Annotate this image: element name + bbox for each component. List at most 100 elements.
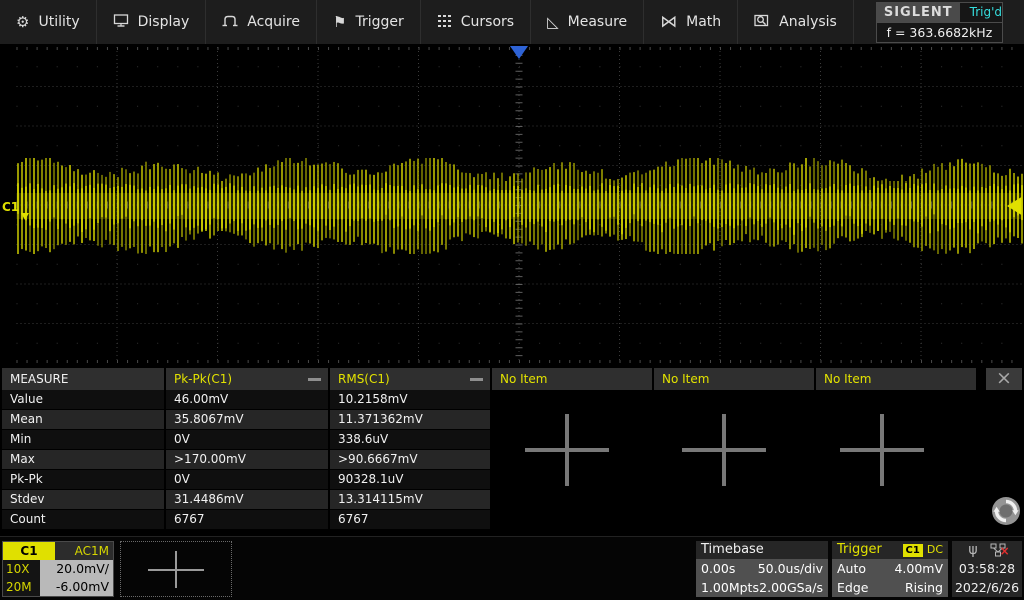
trigger-position-marker[interactable] (510, 46, 528, 59)
timebase-sample-rate: 2.00GSa/s (759, 578, 823, 597)
rms-value: 338.6uV (330, 430, 490, 449)
brand-trigger-status-block: SIGLENT Trig'd f = 363.6682kHz (876, 2, 1003, 43)
menu-analysis[interactable]: Analysis (738, 0, 854, 44)
trigger-type: Edge (837, 578, 868, 597)
top-menu-bar: ⚙ Utility Display Acquire ⚑ Trigger (0, 0, 1024, 44)
menu-display[interactable]: Display (97, 0, 207, 44)
close-icon[interactable]: × (986, 368, 1022, 390)
remove-measure-icon[interactable] (470, 378, 483, 381)
rms-value: 90328.1uV (330, 470, 490, 489)
clock-date: 2022/6/26 (952, 578, 1022, 597)
measure-col-empty1-header[interactable]: No Item (492, 368, 652, 390)
row-label: Mean (2, 410, 164, 429)
row-label: Max (2, 450, 164, 469)
trigger-title: Trigger (837, 541, 882, 559)
menu-utility[interactable]: ⚙ Utility (0, 0, 97, 44)
usb-icon: ψ (968, 543, 977, 557)
gesture-rotate-icon[interactable] (990, 495, 1022, 527)
channel1-badge: C1 (3, 542, 55, 560)
add-measure-icon[interactable] (682, 414, 766, 486)
menu-math-label: Math (686, 14, 721, 30)
flag-icon: ⚑ (333, 15, 346, 30)
measure-col-empty2-header[interactable]: No Item (654, 368, 814, 390)
waveform-display[interactable]: C1 (0, 44, 1024, 366)
frequency-counter: f = 363.6682kHz (877, 22, 1002, 42)
channel1-attenuation: 10X (3, 560, 40, 578)
monitor-icon (113, 13, 129, 31)
menu-acquire[interactable]: Acquire (206, 0, 317, 44)
channel1-scale: 20.0mV/ (40, 560, 113, 578)
remove-measure-icon[interactable] (308, 378, 321, 381)
rms-value: 6767 (330, 510, 490, 529)
channel1-offset: -6.00mV (40, 578, 113, 596)
measure-title-text: MEASURE (10, 372, 68, 386)
cursors-grid-icon (437, 13, 452, 31)
trigger-level: 4.00mV (894, 559, 943, 578)
pkpk-value: 6767 (166, 510, 328, 529)
channel1-position-marker[interactable]: C1 (2, 200, 19, 214)
oscilloscope-screen: ⚙ Utility Display Acquire ⚑ Trigger (0, 0, 1024, 600)
menu-math[interactable]: ⋈ Math (644, 0, 738, 44)
analysis-magnifier-icon (754, 13, 770, 31)
measure-col-rms-header[interactable]: RMS(C1) (330, 368, 490, 390)
menu-measure-label: Measure (568, 14, 628, 30)
clock-time: 03:58:28 (952, 559, 1022, 578)
menu-measure[interactable]: ◺ Measure (531, 0, 644, 44)
trigger-descriptor-box[interactable]: Trigger C1 DC Auto 4.00mV Edge Rising (832, 541, 948, 597)
plus-icon (175, 551, 177, 588)
rms-value: 10.2158mV (330, 390, 490, 409)
measure-col-pkpk-header[interactable]: Pk-Pk(C1) (166, 368, 328, 390)
menu-utility-label: Utility (38, 14, 79, 30)
measure-table-title: MEASURE (2, 368, 164, 390)
no-item-text: No Item (824, 372, 871, 386)
row-label: Count (2, 510, 164, 529)
lan-error-x: × (1000, 545, 1010, 557)
measure-col-empty3-header[interactable]: No Item (816, 368, 976, 390)
add-channel-button[interactable] (120, 541, 232, 597)
rms-value: >90.6667mV (330, 450, 490, 469)
menu-display-label: Display (138, 14, 190, 30)
acquire-arch-icon (222, 13, 238, 31)
rms-value: 11.371362mV (330, 410, 490, 429)
row-label: Min (2, 430, 164, 449)
menu-trigger-label: Trigger (355, 14, 403, 30)
measurement-panel: MEASURE Pk-Pk(C1) RMS(C1) No Item No Ite… (0, 368, 1024, 534)
no-item-text: No Item (662, 372, 709, 386)
menu-analysis-label: Analysis (779, 14, 837, 30)
rms-header-text: RMS(C1) (338, 372, 390, 386)
row-label: Value (2, 390, 164, 409)
menu-acquire-label: Acquire (247, 14, 300, 30)
trigger-slope: Rising (905, 578, 943, 597)
timebase-title: Timebase (701, 541, 764, 559)
bottom-status-bar: C1 AC1M 10X 20.0mV/ 20M -6.00mV Timebase… (0, 536, 1024, 600)
timebase-scale: 50.0us/div (758, 559, 823, 578)
channel1-bandwidth: 20M (3, 578, 40, 596)
gear-icon: ⚙ (16, 15, 29, 30)
menu-trigger[interactable]: ⚑ Trigger (317, 0, 421, 44)
siglent-logo: SIGLENT (877, 3, 960, 22)
pkpk-value: 35.8067mV (166, 410, 328, 429)
pkpk-value: >170.00mV (166, 450, 328, 469)
row-label: Pk-Pk (2, 470, 164, 489)
trigger-source-badge: C1 (903, 544, 923, 557)
channel1-descriptor-box[interactable]: C1 AC1M 10X 20.0mV/ 20M -6.00mV (2, 541, 114, 597)
timebase-descriptor-box[interactable]: Timebase 0.00s 50.0us/div 1.00Mpts 2.00G… (696, 541, 828, 597)
system-status-box[interactable]: ψ × 03:58:28 2022/6/26 (952, 541, 1022, 597)
trigger-status-badge: Trig'd (970, 5, 1002, 19)
rms-value: 13.314115mV (330, 490, 490, 509)
pkpk-value: 0V (166, 470, 328, 489)
add-measure-icon[interactable] (840, 414, 924, 486)
timebase-memory-depth: 1.00Mpts (701, 578, 759, 597)
pkpk-header-text: Pk-Pk(C1) (174, 372, 232, 386)
menu-cursors[interactable]: Cursors (421, 0, 531, 44)
no-item-text: No Item (500, 372, 547, 386)
pkpk-value: 46.00mV (166, 390, 328, 409)
scope-graticule: C1 (0, 44, 1024, 366)
math-bowtie-icon: ⋈ (660, 14, 677, 31)
lan-disconnected-icon: × (990, 543, 1006, 557)
add-measure-icon[interactable] (525, 414, 609, 486)
measure-ruler-icon: ◺ (547, 15, 559, 30)
channel1-coupling: AC1M (55, 542, 113, 560)
trigger-coupling: DC (927, 541, 943, 559)
trigger-mode: Auto (837, 559, 866, 578)
